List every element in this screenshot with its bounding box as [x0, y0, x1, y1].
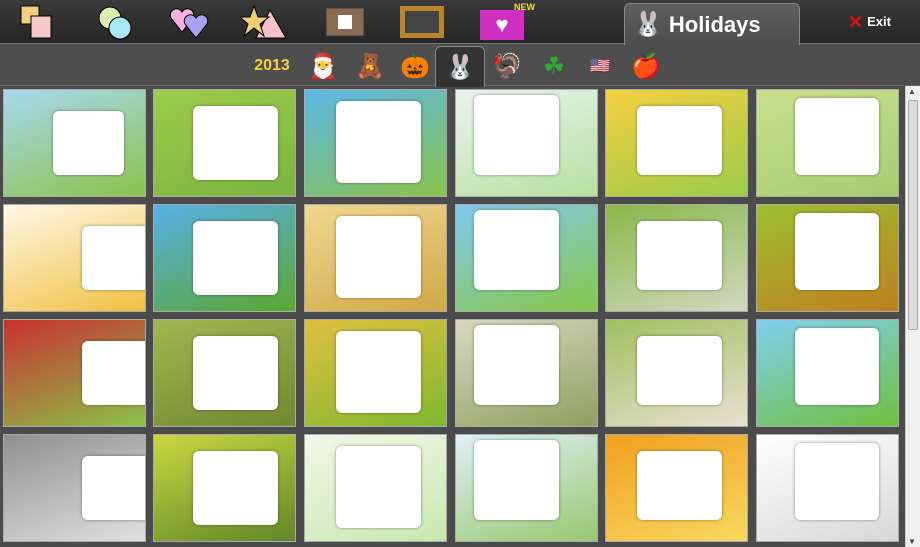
- squares-icon: [20, 5, 52, 39]
- turkey-icon: 🦃: [492, 52, 522, 80]
- template-thumbnail[interactable]: [3, 434, 146, 542]
- category-hearts[interactable]: [168, 4, 212, 40]
- template-thumbnail[interactable]: [605, 89, 748, 197]
- heart-frame-icon: ♥: [480, 10, 524, 40]
- tab-holidays[interactable]: 🐰 Holidays: [624, 3, 800, 45]
- photo-slot: [336, 100, 421, 184]
- photo-slot: [336, 330, 421, 414]
- template-thumbnail[interactable]: [605, 434, 748, 542]
- category-heart-frame[interactable]: ♥ NEW: [480, 2, 535, 40]
- category-photo-frame[interactable]: [322, 4, 366, 40]
- template-thumbnail[interactable]: [153, 204, 296, 312]
- photo-slot: [637, 220, 722, 290]
- template-thumbnail[interactable]: [304, 434, 447, 542]
- bunny-icon: 🐰: [445, 53, 475, 81]
- photo-slot: [53, 111, 124, 175]
- template-thumbnail[interactable]: [304, 204, 447, 312]
- photo-frame-icon: [326, 8, 364, 36]
- template-thumbnail[interactable]: [3, 204, 146, 312]
- template-thumbnail[interactable]: [455, 89, 598, 197]
- scroll-down-icon[interactable]: ▼: [908, 537, 916, 546]
- clover-icon: ☘: [543, 52, 565, 80]
- subtab-halloween[interactable]: 🎃: [395, 47, 435, 85]
- flags-icon: 🇺🇸: [590, 58, 610, 75]
- category-bar: ♥ NEW 🐰 Holidays ✕ Exit: [0, 0, 920, 45]
- scrollbar[interactable]: ▲ ▼: [905, 86, 920, 547]
- photo-slot: [336, 445, 421, 529]
- photo-slot: [794, 213, 880, 290]
- star-triangle-icon: [238, 4, 287, 39]
- holiday-subtabs: 2013 🎅 🧸 🎃 🐰 🦃 ☘ 🇺🇸 🍎: [0, 45, 920, 87]
- photo-slot: [193, 220, 279, 296]
- template-thumbnail[interactable]: [756, 319, 899, 427]
- exit-label: Exit: [867, 14, 891, 29]
- year-label: 2013: [254, 57, 290, 74]
- santa-hat-icon: 🎅: [308, 52, 338, 80]
- template-thumbnail[interactable]: [153, 89, 296, 197]
- category-circles[interactable]: [96, 4, 140, 40]
- template-thumbnail[interactable]: [756, 89, 899, 197]
- template-thumbnail[interactable]: [455, 204, 598, 312]
- photo-slot: [637, 335, 722, 405]
- photo-slot: [81, 226, 145, 290]
- template-thumbnail[interactable]: [455, 434, 598, 542]
- template-thumbnail[interactable]: [756, 204, 899, 312]
- template-thumbnail[interactable]: [304, 319, 447, 427]
- circles-icon: [98, 6, 132, 40]
- photo-slot: [474, 325, 559, 405]
- subtab-valentine[interactable]: 🧸: [350, 47, 390, 85]
- photo-slot: [794, 98, 880, 175]
- template-thumbnail[interactable]: [153, 319, 296, 427]
- subtab-easter[interactable]: 🐰: [435, 46, 485, 87]
- photo-slot: [81, 456, 145, 520]
- photo-slot: [193, 335, 279, 411]
- subtab-school[interactable]: 🍎: [626, 47, 666, 85]
- subtab-national[interactable]: 🇺🇸: [580, 47, 620, 85]
- exit-button[interactable]: ✕ Exit: [848, 11, 891, 32]
- template-thumbnail[interactable]: [304, 89, 447, 197]
- photo-slot: [474, 440, 559, 520]
- subtab-st-patricks[interactable]: ☘: [534, 47, 574, 85]
- apple-icon: 🍎: [631, 52, 661, 80]
- subtab-new-year[interactable]: 2013: [252, 47, 292, 85]
- photo-slot: [474, 95, 559, 175]
- template-thumbnail[interactable]: [605, 204, 748, 312]
- close-icon: ✕: [848, 11, 864, 32]
- teddy-bear-icon: 🧸: [355, 52, 385, 80]
- photo-slot: [193, 105, 279, 181]
- pumpkin-icon: 🎃: [400, 52, 430, 80]
- template-thumbnail[interactable]: [3, 319, 146, 427]
- template-thumbnail[interactable]: [756, 434, 899, 542]
- photo-slot: [794, 443, 880, 520]
- scroll-up-icon[interactable]: ▲: [908, 87, 916, 96]
- photo-slot: [336, 215, 421, 299]
- tab-holidays-label: Holidays: [668, 11, 761, 37]
- category-squares[interactable]: [18, 4, 62, 40]
- template-thumbnail[interactable]: [605, 319, 748, 427]
- category-wood-frame[interactable]: [398, 4, 444, 40]
- new-badge: NEW: [514, 2, 535, 12]
- photo-slot: [637, 105, 722, 175]
- subtab-thanksgiving[interactable]: 🦃: [487, 47, 527, 85]
- template-thumbnail[interactable]: [153, 434, 296, 542]
- photo-slot: [637, 450, 722, 520]
- template-thumbnail[interactable]: [3, 89, 146, 197]
- photo-slot: [81, 341, 145, 405]
- photo-slot: [474, 210, 559, 290]
- category-shapes[interactable]: [238, 4, 287, 40]
- photo-slot: [193, 450, 279, 526]
- subtab-christmas[interactable]: 🎅: [303, 47, 343, 85]
- scrollbar-thumb[interactable]: [908, 100, 918, 330]
- template-thumbnail[interactable]: [455, 319, 598, 427]
- hearts-icon: [169, 8, 209, 39]
- bunny-icon: 🐰: [633, 11, 663, 38]
- photo-slot: [794, 328, 880, 405]
- wood-frame-icon: [400, 6, 444, 38]
